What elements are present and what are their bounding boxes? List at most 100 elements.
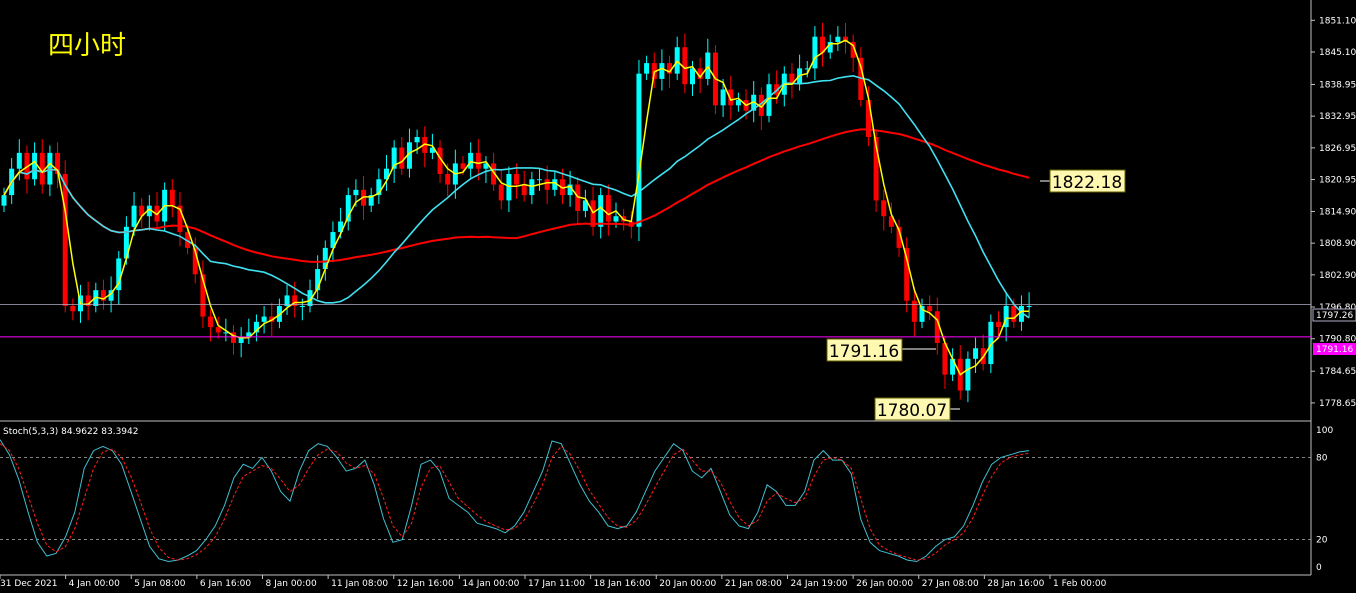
annotation-1780: 1780.07 <box>874 397 960 421</box>
candle <box>843 22 848 54</box>
current-price-label: 1797.26 <box>1316 311 1353 321</box>
candle <box>100 279 106 310</box>
annotation-1791-label: 1791.16 <box>829 342 899 362</box>
candle <box>965 351 971 403</box>
time-tick-label: 28 Jan 16:00 <box>987 579 1044 589</box>
time-tick-label: 17 Jan 11:00 <box>528 579 585 589</box>
candle <box>231 325 236 355</box>
candle <box>345 187 351 231</box>
time-tick-label: 27 Jan 08:00 <box>922 579 979 589</box>
annotation-1822: 1822.18 <box>1040 169 1126 193</box>
candle-body <box>911 300 917 322</box>
chart-canvas: 1851.10 1845.10 1838.95 1832.95 1826.95 1820.… <box>0 0 1356 589</box>
candle-body <box>996 321 1001 328</box>
time-tick-label: 12 Jan 16:00 <box>397 579 454 589</box>
price-tick-label: 1808.90 <box>1319 239 1356 249</box>
candle-body <box>529 179 535 196</box>
candle <box>330 221 336 263</box>
candle <box>483 156 489 183</box>
time-tick-label: 21 Jan 08:00 <box>725 579 782 589</box>
candle <box>735 92 741 112</box>
candle-body <box>299 305 305 307</box>
time-tick-label: 6 Jan 16:00 <box>200 579 252 589</box>
candle-body <box>605 195 611 222</box>
candle-body <box>720 89 726 106</box>
candle-body <box>521 184 527 196</box>
time-tick-label: 14 Jan 00:00 <box>462 579 519 589</box>
candle-body <box>613 216 619 222</box>
candle-body <box>636 73 642 227</box>
candle <box>368 187 374 212</box>
candle <box>498 170 504 210</box>
level-price-label: 1791.16 <box>1316 345 1353 355</box>
candle <box>537 168 542 191</box>
candle-body <box>1026 305 1032 307</box>
price-tick-label: 1851.10 <box>1319 16 1356 26</box>
candle <box>927 295 933 321</box>
candle-body <box>927 305 933 312</box>
stochastic-oscillator <box>0 439 1030 563</box>
candle <box>820 22 826 67</box>
candle <box>705 38 711 86</box>
candle <box>521 170 527 202</box>
price-tick-label: 1832.95 <box>1319 112 1356 122</box>
candle <box>758 87 764 131</box>
candle <box>636 59 642 242</box>
candle-body <box>544 179 550 190</box>
candle-body <box>460 163 466 169</box>
time-tick-label: 5 Jan 08:00 <box>134 579 186 589</box>
candle-body <box>16 152 22 169</box>
candle-body <box>1011 305 1017 322</box>
stoch-d-line <box>0 443 1030 561</box>
price-tick-label: 1845.10 <box>1319 48 1356 58</box>
candle-body <box>468 152 474 169</box>
candle-body <box>881 200 887 217</box>
time-axis: 31 Dec 2021 4 Jan 00:00 5 Jan 08:00 6 Jan 1… <box>0 575 1107 589</box>
candle <box>154 191 160 228</box>
candle <box>261 305 267 334</box>
annotation-1780-label: 1780.07 <box>877 401 947 421</box>
candle <box>139 198 145 228</box>
time-tick-label: 26 Jan 00:00 <box>856 579 913 589</box>
candle-body <box>32 152 38 180</box>
candle-body <box>169 189 175 206</box>
candle-body <box>131 205 137 227</box>
candle-body <box>644 63 650 74</box>
candle-body <box>1 195 7 206</box>
candle <box>973 337 979 374</box>
candle-body <box>238 337 244 343</box>
candle-body <box>475 152 481 169</box>
candle-body <box>62 173 68 306</box>
candle <box>674 36 680 80</box>
candle <box>598 187 604 239</box>
candle-body <box>414 137 420 143</box>
stoch-tick-label: 20 <box>1316 536 1328 546</box>
candle <box>835 26 841 51</box>
candle <box>70 298 76 321</box>
candle <box>399 137 405 176</box>
candle-body <box>208 316 214 328</box>
candle <box>506 166 512 212</box>
candle-body <box>690 68 695 85</box>
candle-body <box>399 147 405 169</box>
candle <box>422 126 428 168</box>
candle <box>24 145 30 194</box>
stoch-axis: 100 80 20 0 <box>0 426 1333 573</box>
candle <box>881 189 887 231</box>
candle <box>468 142 474 178</box>
candle-body <box>498 184 504 201</box>
price-tick-label: 1820.95 <box>1319 176 1356 186</box>
stoch-k-line <box>0 439 1030 563</box>
candle <box>169 179 175 218</box>
candle <box>39 139 45 194</box>
candle <box>391 140 397 183</box>
price-levels <box>0 304 1311 338</box>
price-tick-label: 1784.65 <box>1319 367 1356 377</box>
chart-title: 四小时 <box>48 31 126 61</box>
candle <box>812 26 818 80</box>
price-tick-label: 1838.95 <box>1319 80 1356 90</box>
candle <box>582 189 588 218</box>
forex-chart[interactable]: 1851.10 1845.10 1838.95 1832.95 1826.95 1820.… <box>0 0 1356 589</box>
stoch-tick-label: 80 <box>1316 453 1328 463</box>
candle <box>789 63 795 99</box>
